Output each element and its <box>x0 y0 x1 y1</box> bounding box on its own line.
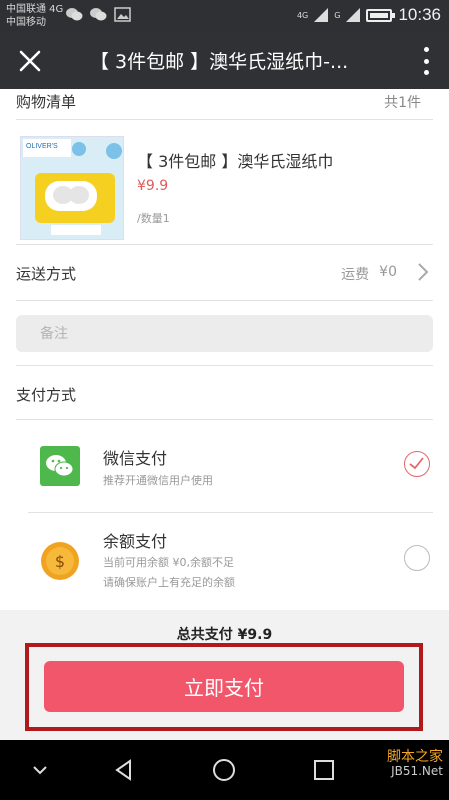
carrier-info: 中国联通 4G 中国移动 <box>6 3 63 29</box>
status-bar: 中国联通 4G 中国移动 4G G 10:36 <box>0 0 449 33</box>
status-right: 4G G 10:36 <box>297 5 441 25</box>
watermark-line-1: 脚本之家 <box>387 749 443 765</box>
wechat-notification-icon <box>66 8 83 21</box>
product-price: ¥9.9 <box>137 178 169 194</box>
wechat-pay-radio[interactable] <box>404 451 430 477</box>
page-title: 【 3件包邮 】澳华氏湿纸巾-... <box>90 51 349 73</box>
watermark-line-2: JB51.Net <box>391 764 443 778</box>
notification-icons <box>66 7 131 22</box>
back-icon[interactable] <box>112 758 136 782</box>
network-type-2: G <box>334 10 341 20</box>
svg-text:$: $ <box>55 552 65 571</box>
divider <box>16 365 433 366</box>
wechat-icon <box>40 446 80 486</box>
clock: 10:36 <box>398 5 441 24</box>
divider <box>16 300 433 301</box>
image-notification-icon <box>114 7 131 22</box>
payment-option-wechat[interactable]: 微信支付 推荐开通微信用户使用 <box>0 420 449 512</box>
balance-pay-name: 余额支付 <box>103 532 168 551</box>
divider <box>16 119 433 120</box>
home-icon[interactable] <box>212 758 236 782</box>
recents-icon[interactable] <box>312 758 336 782</box>
carrier-2: 中国移动 <box>6 17 46 28</box>
checkmark-icon <box>409 457 424 470</box>
network-type-1: 4G <box>296 10 309 20</box>
product-title[interactable]: 【 3件包邮 】澳华氏湿纸巾 <box>137 148 333 172</box>
watermark: 脚本之家 JB51.Net <box>387 750 443 778</box>
payment-heading: 支付方式 <box>16 386 77 404</box>
balance-pay-radio[interactable] <box>404 545 430 571</box>
product-quantity: /数量1 <box>137 212 170 225</box>
battery-icon <box>366 8 396 22</box>
carrier-1: 中国联通 4G <box>6 4 64 15</box>
product-image[interactable]: OLIVER'S <box>20 136 124 240</box>
shipping-fee: 运费 ¥0 <box>341 264 397 284</box>
chevron-right-icon[interactable] <box>417 262 429 282</box>
cart-count: 共1件 <box>384 95 421 111</box>
wechat-pay-desc: 推荐开通微信用户使用 <box>103 474 213 487</box>
svg-text:OLIVER'S: OLIVER'S <box>26 143 58 150</box>
title-bar: 【 3件包邮 】澳华氏湿纸巾-... <box>0 33 449 89</box>
total-amount: 总共支付 ¥9.9 <box>176 627 273 643</box>
wet-wipes-package-image: OLIVER'S <box>21 137 123 239</box>
cart-heading: 购物清单 <box>16 93 77 111</box>
chevron-down-icon[interactable] <box>28 758 52 782</box>
note-input[interactable] <box>16 315 433 352</box>
wechat-pay-name: 微信支付 <box>103 449 168 468</box>
wechat-notification-icon-2 <box>90 8 107 21</box>
system-nav-bar <box>0 740 449 800</box>
shipping-fee-label: 运费 <box>341 267 370 283</box>
coin-icon: $ <box>41 542 79 580</box>
balance-pay-desc: 当前可用余额 ¥0,余额不足 <box>103 556 234 569</box>
signal-icon-2 <box>346 8 361 22</box>
payment-option-balance[interactable]: $ 余额支付 当前可用余额 ¥0,余额不足 请确保账户上有充足的余额 <box>0 513 449 609</box>
shipping-fee-value: ¥0 <box>379 264 397 280</box>
close-icon[interactable] <box>16 47 44 75</box>
shipping-label: 运送方式 <box>16 265 77 283</box>
balance-pay-desc-2: 请确保账户上有充足的余额 <box>103 576 235 589</box>
signal-icon <box>314 8 329 22</box>
more-menu-icon[interactable] <box>421 47 431 75</box>
pay-now-button[interactable]: 立即支付 <box>44 661 404 712</box>
